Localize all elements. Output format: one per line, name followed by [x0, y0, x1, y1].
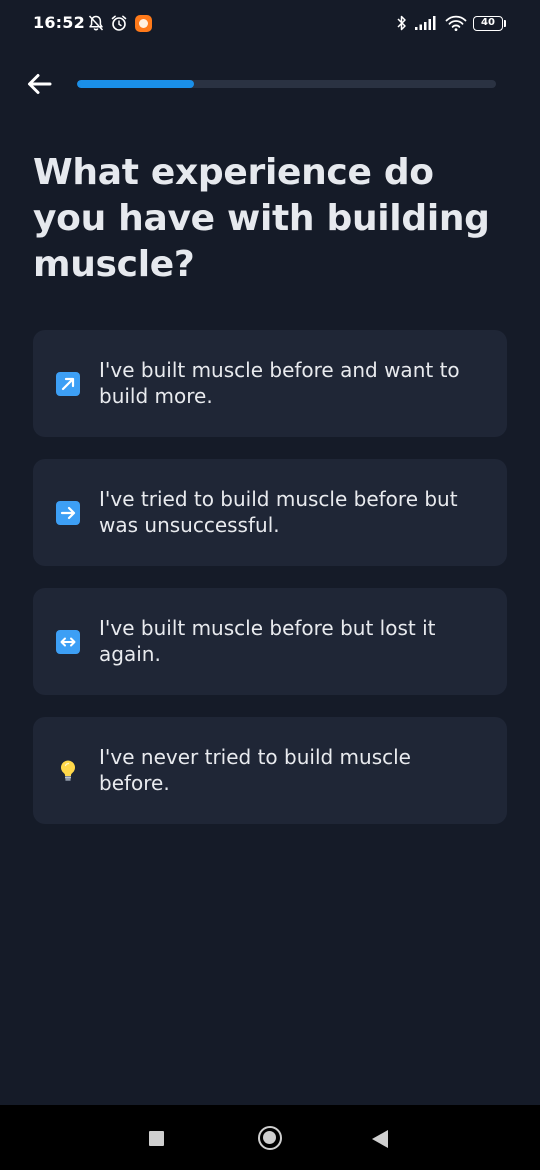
- option-built-and-want-more[interactable]: I've built muscle before and want to bui…: [33, 330, 507, 437]
- options-list: I've built muscle before and want to bui…: [33, 330, 507, 846]
- system-nav-bar: [0, 1105, 540, 1170]
- option-label: I've tried to build muscle before but wa…: [99, 487, 458, 537]
- light-bulb-emoji: [56, 759, 80, 783]
- option-built-and-lost[interactable]: I've built muscle before but lost it aga…: [33, 588, 507, 695]
- option-tried-unsuccessful[interactable]: I've tried to build muscle before but wa…: [33, 459, 507, 566]
- question-title: What experience do you have with buildin…: [33, 152, 490, 285]
- arrow-left-right-emoji: [56, 630, 80, 654]
- status-bar: 16:52 40: [0, 0, 540, 50]
- arrow-up-right-emoji: [56, 372, 80, 396]
- back-button[interactable]: [22, 66, 58, 102]
- bell-off-icon: [88, 15, 104, 31]
- battery-tip: [504, 20, 506, 27]
- home-icon[interactable]: [258, 1126, 282, 1150]
- arrow-right-emoji: [56, 501, 80, 525]
- status-time: 16:52: [33, 13, 85, 32]
- arrow-left-icon: [28, 74, 52, 94]
- progress-bar: [77, 80, 496, 88]
- progress-bar-fill: [77, 80, 195, 88]
- bluetooth-icon: [397, 15, 406, 31]
- option-never-tried[interactable]: I've never tried to build muscle before.: [33, 717, 507, 824]
- option-label: I've built muscle before but lost it aga…: [99, 616, 436, 666]
- back-triangle-icon[interactable]: [372, 1130, 388, 1148]
- option-label: I've never tried to build muscle before.: [99, 745, 411, 795]
- option-label: I've built muscle before and want to bui…: [99, 358, 460, 408]
- alarm-icon: [111, 15, 127, 31]
- app-notification-icon: [135, 15, 152, 32]
- battery-icon: 40: [473, 16, 503, 31]
- signal-icon: [415, 16, 436, 30]
- recent-apps-icon[interactable]: [149, 1131, 164, 1146]
- wifi-icon: [445, 15, 467, 31]
